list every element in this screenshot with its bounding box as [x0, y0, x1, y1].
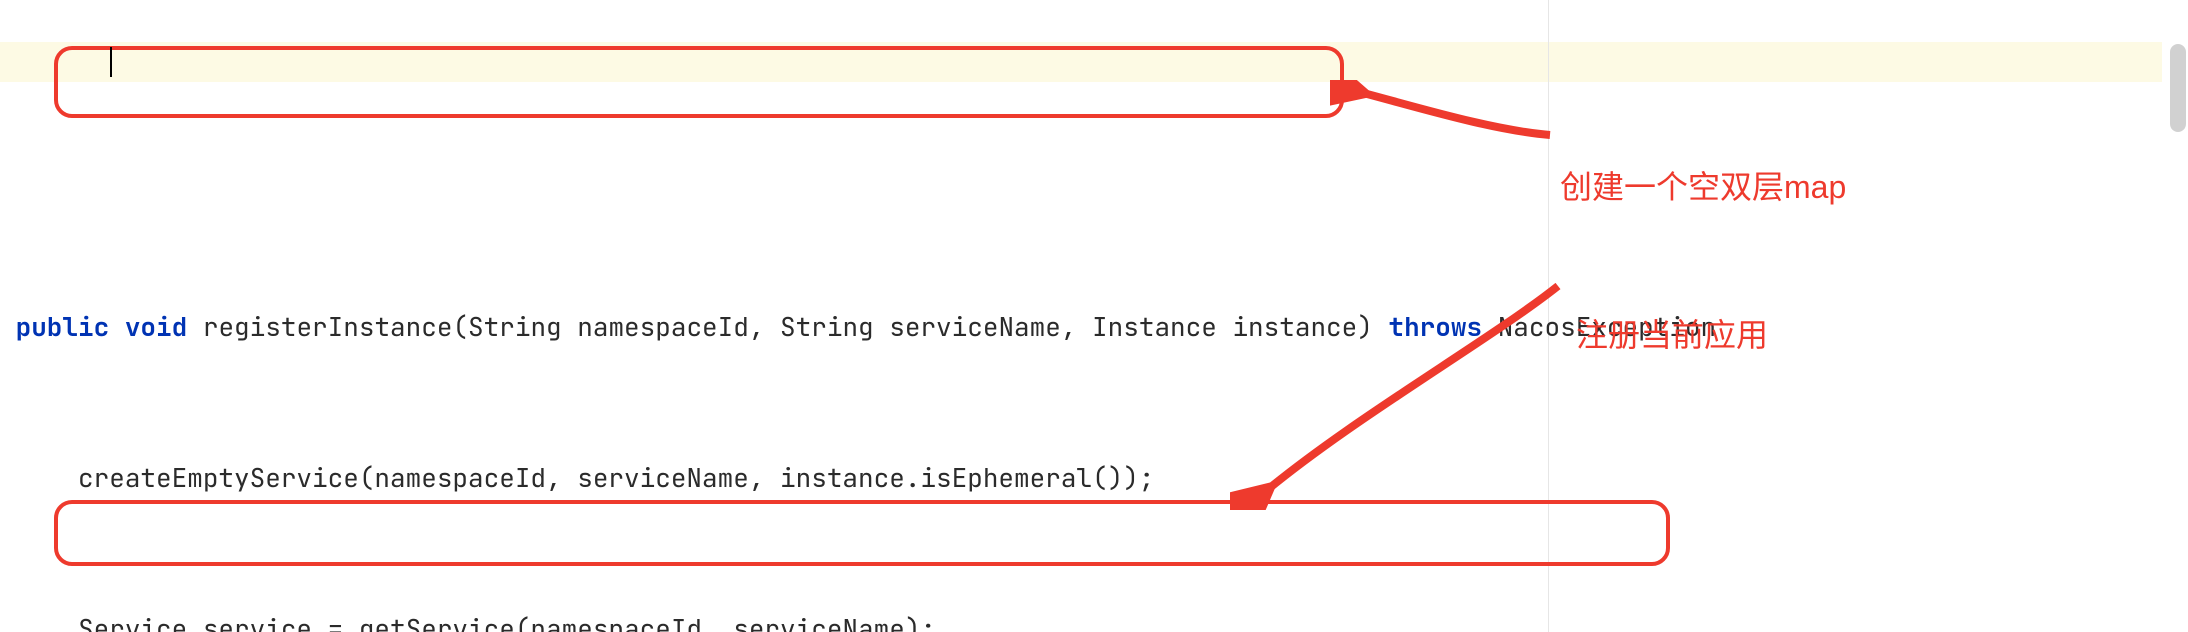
method-name: registerInstance — [203, 309, 453, 344]
arrow-to-createEmptyService — [1330, 80, 1560, 160]
keyword-void: void — [125, 309, 187, 344]
stmt-getService: Service service = getService(namespaceId… — [78, 611, 936, 632]
current-line-highlight — [0, 42, 2162, 82]
code-line — [0, 535, 2188, 573]
method-params: (String namespaceId, String serviceName,… — [452, 309, 1372, 344]
code-line: public void registerInstance(String name… — [0, 308, 2188, 346]
code-line: Service service = getService(namespaceId… — [0, 610, 2188, 632]
keyword-throws: throws — [1388, 309, 1482, 344]
vertical-scrollbar-thumb[interactable] — [2170, 44, 2186, 132]
code-line: createEmptyService(namespaceId, serviceN… — [0, 459, 2188, 497]
text-cursor — [110, 47, 112, 77]
keyword-public: public — [16, 309, 110, 344]
annotation-register-app: 注册当前应用 — [1576, 312, 1768, 358]
call-createEmptyService: createEmptyService(namespaceId, serviceN… — [78, 460, 1154, 495]
code-block: public void registerInstance(String name… — [0, 270, 2188, 632]
annotation-create-map: 创建一个空双层map — [1560, 164, 1846, 210]
code-editor[interactable]: public void registerInstance(String name… — [0, 0, 2188, 632]
code-line — [0, 383, 2188, 421]
